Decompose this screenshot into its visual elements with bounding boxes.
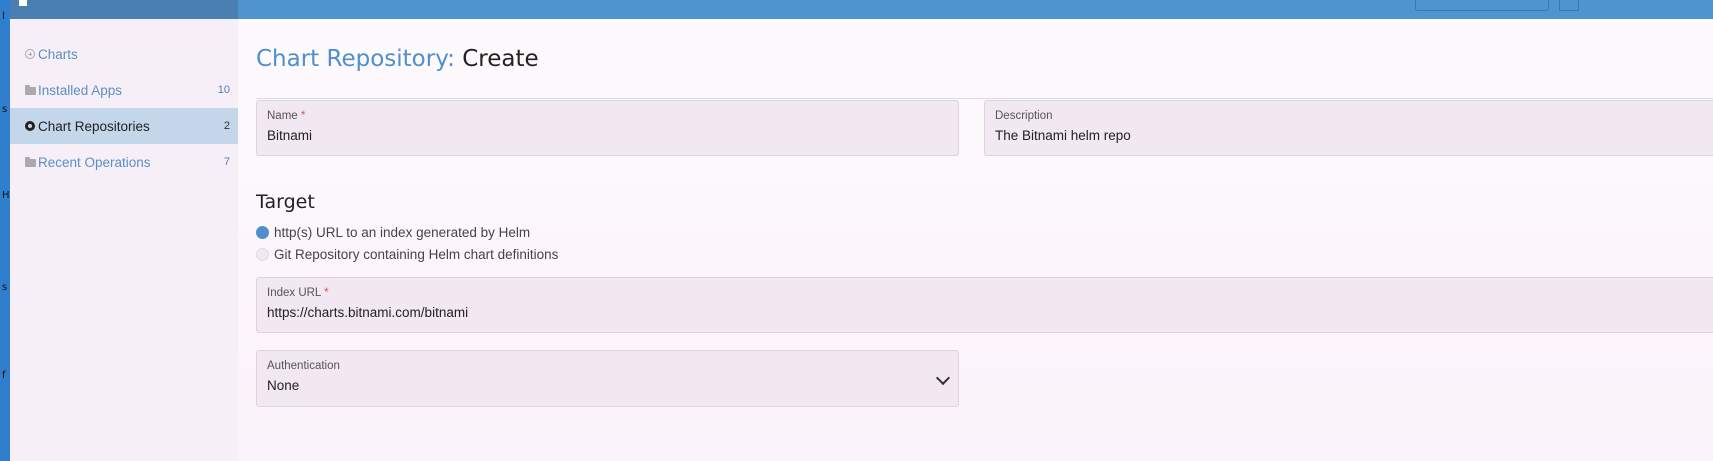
top-bar-button-secondary[interactable] [1559, 0, 1579, 11]
index-url-input[interactable] [267, 305, 1693, 320]
description-field-label: Description [995, 110, 1053, 122]
name-field[interactable]: Name * [256, 100, 959, 156]
chevron-down-icon[interactable] [935, 370, 951, 386]
radio-checked-icon[interactable] [256, 226, 269, 239]
page-title: Chart Repository: Create [256, 46, 539, 72]
logo-icon[interactable] [19, 0, 27, 6]
title-divider [256, 98, 1713, 99]
gear-icon [23, 121, 37, 131]
authentication-value: None [267, 378, 300, 393]
folder-icon [23, 157, 37, 167]
name-input[interactable] [267, 128, 928, 143]
desktop-glyph: f [2, 370, 6, 381]
page-title-action: Create [462, 46, 539, 72]
authentication-select[interactable]: Authentication None [256, 350, 959, 407]
sidebar: Charts Installed Apps 10 Chart Repositor… [10, 19, 238, 461]
sidebar-item-count: 10 [217, 84, 230, 96]
radio-unchecked-icon[interactable] [256, 248, 269, 261]
main-content: Chart Repository: Create Name * Descript… [238, 19, 1713, 461]
top-bar [10, 0, 1713, 19]
desktop-glyph: s [2, 104, 8, 115]
index-url-field[interactable]: Index URL * [256, 277, 1713, 333]
sidebar-item-count: 7 [223, 156, 230, 168]
description-input[interactable] [995, 128, 1693, 143]
desktop-edge: l s H s f [0, 0, 10, 461]
radio-label: http(s) URL to an index generated by Hel… [274, 225, 531, 240]
desktop-glyph: l [2, 11, 5, 22]
radio-label: Git Repository containing Helm chart def… [274, 247, 559, 262]
app-window: Charts Installed Apps 10 Chart Repositor… [10, 0, 1713, 461]
target-heading: Target [256, 191, 315, 213]
top-bar-button[interactable] [1415, 0, 1549, 11]
sidebar-item-label: Installed Apps [38, 82, 123, 98]
sidebar-item-recent-operations[interactable]: Recent Operations 7 [10, 144, 238, 180]
folder-icon [23, 85, 37, 95]
target-option-git[interactable]: Git Repository containing Helm chart def… [256, 247, 558, 262]
sidebar-item-label: Chart Repositories [38, 118, 150, 134]
page-title-prefix: Chart Repository: [256, 46, 455, 72]
desktop-glyph: s [2, 282, 8, 293]
target-option-http[interactable]: http(s) URL to an index generated by Hel… [256, 225, 530, 240]
description-field[interactable]: Description [984, 100, 1713, 156]
required-marker: * [300, 110, 306, 122]
top-bar-brand-area [10, 0, 238, 19]
name-field-label: Name * [267, 110, 306, 122]
sidebar-item-installed-apps[interactable]: Installed Apps 10 [10, 72, 238, 108]
circle-plus-icon [23, 49, 37, 59]
sidebar-item-label: Recent Operations [38, 154, 151, 170]
required-marker: * [324, 287, 329, 299]
index-url-field-label: Index URL * [267, 287, 329, 299]
sidebar-item-charts[interactable]: Charts [10, 36, 238, 72]
desktop-glyph: H [2, 190, 10, 201]
sidebar-item-label: Charts [38, 46, 78, 62]
sidebar-item-chart-repositories[interactable]: Chart Repositories 2 [10, 108, 238, 144]
authentication-field-label: Authentication [267, 360, 340, 372]
sidebar-item-count: 2 [223, 120, 230, 132]
